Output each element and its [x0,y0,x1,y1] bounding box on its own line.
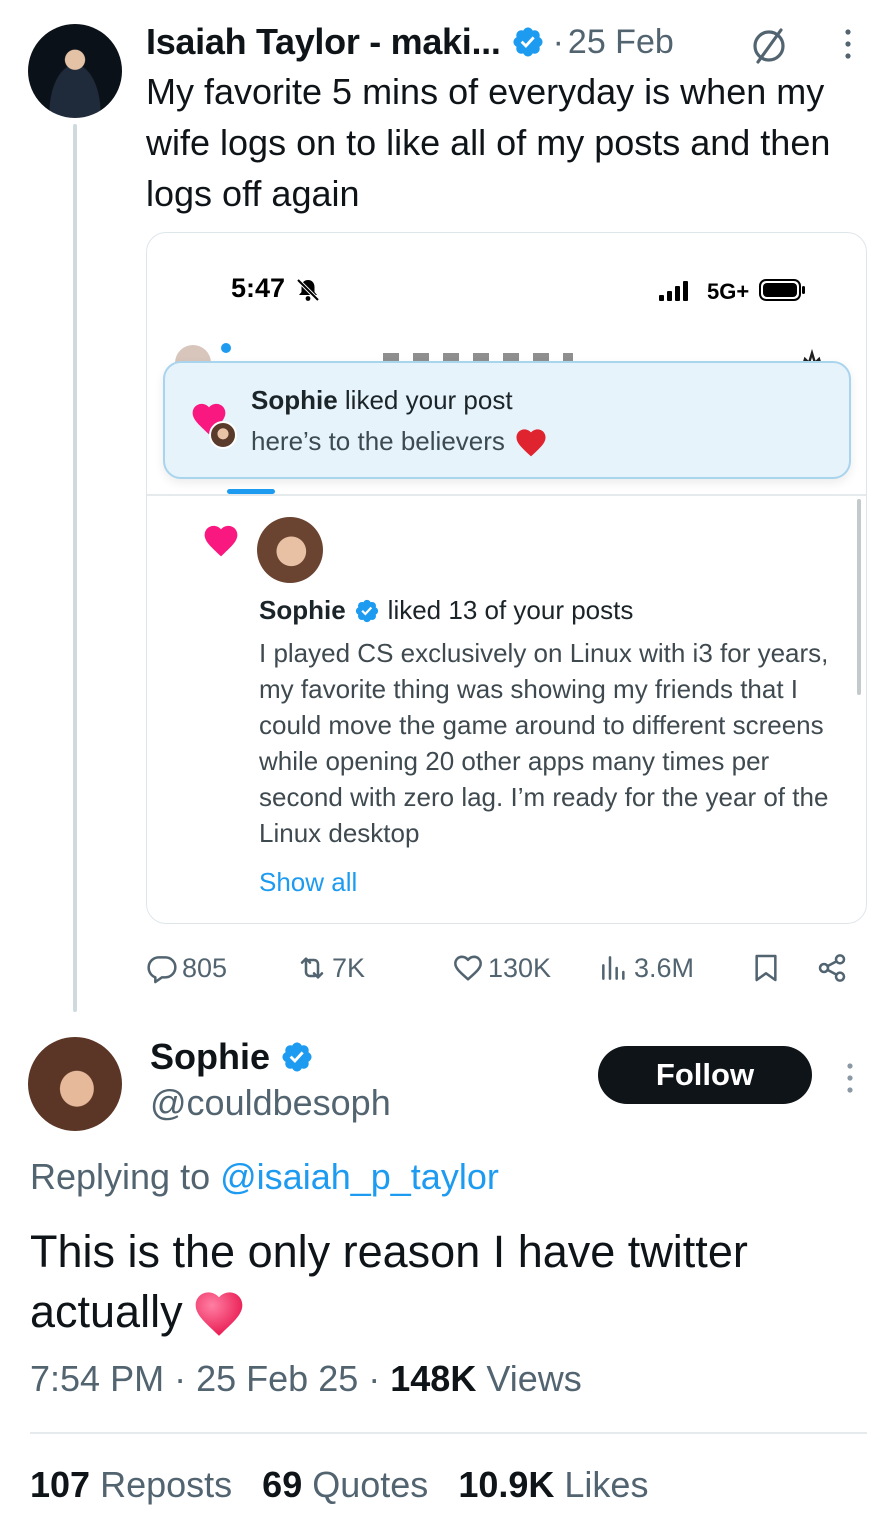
avatar-isaiah[interactable] [28,24,122,118]
engagement-stats: 107 Reposts 69 Quotes 10.9K Likes [30,1464,678,1506]
verified-badge-icon [282,1042,312,1072]
toast-actor: Sophie [251,385,338,415]
reply-tweet-text: This is the only reason I have twitter a… [30,1222,860,1342]
show-all-link[interactable]: Show all [259,867,357,898]
reposts-label: Reposts [100,1464,233,1505]
likes-label: Likes [564,1464,649,1505]
repost-button[interactable]: 7K [296,946,365,990]
verified-badge-icon [513,27,543,57]
toast-title: Sophie liked your post [251,385,513,416]
repost-icon [300,957,324,979]
follow-button[interactable]: Follow [598,1046,812,1104]
like-button[interactable]: 130K [452,946,551,990]
reposts-stat[interactable]: 107 Reposts [30,1464,232,1506]
avatar-sophie[interactable] [28,1037,122,1131]
battery-icon [759,279,805,301]
pink-heart-emoji-icon [195,1292,242,1336]
views-chart-icon [602,956,625,980]
network-type: 5G+ [707,279,750,304]
heart-icon [204,525,238,557]
quotes-count: 69 [262,1464,303,1505]
mention-link[interactable]: @isaiah_p_taylor [220,1156,499,1197]
notification-actor[interactable]: Sophie [259,595,346,626]
red-heart-emoji-icon [516,429,546,457]
views-label: Views [486,1358,582,1399]
author-handle[interactable]: @couldbesoph [150,1082,391,1124]
likes-stat[interactable]: 10.9K Likes [458,1464,648,1506]
status-bar-time: 5:47 [231,273,286,303]
reply-text: This is the only reason I have twitter a… [30,1226,748,1337]
signal-icon [659,281,688,301]
like-count: 130K [488,952,552,983]
bookmark-button[interactable] [750,946,786,990]
views-count: 148K [390,1358,477,1399]
notification-post-body: I played CS exclusively on Linux with i3… [259,638,829,848]
divider [30,1432,867,1434]
heart-outline-icon [454,955,482,981]
toast-post-text: here’s to the believers [251,425,505,456]
bookmark-icon [755,954,777,982]
thread-connector [73,124,77,1012]
meta-separator: · [174,1358,187,1399]
reply-count: 805 [182,952,228,983]
toast-action: liked your post [344,385,513,415]
likes-count: 10.9K [458,1464,555,1505]
meta-separator: · [368,1358,381,1399]
attached-screenshot[interactable]: 5:47 5G+ Sophie liked your post here’s t… [146,232,867,924]
reply-icon [147,956,177,984]
quotes-stat[interactable]: 69 Quotes [262,1464,428,1506]
share-icon [818,954,846,982]
author-name[interactable]: Sophie [150,1036,270,1078]
more-options-icon[interactable] [840,1058,860,1098]
toast-post-preview: here’s to the believers [251,425,549,457]
notification-title: Sophie liked 13 of your posts [259,595,633,626]
views-button[interactable]: 3.6M [598,946,694,990]
reposts-count: 107 [30,1464,91,1505]
divider [147,494,866,496]
avatar-sophie-small [209,421,237,449]
notification-action: liked 13 of your posts [387,595,634,625]
avatar-sophie[interactable] [257,517,323,583]
repost-count: 7K [332,952,366,983]
tweet-meta: 7:54 PM · 25 Feb 25 · 148K Views [30,1358,582,1400]
share-button[interactable] [816,946,852,990]
parent-tweet-text: My favorite 5 mins of everyday is when m… [146,71,831,214]
quotes-label: Quotes [312,1464,429,1505]
parent-tweet-header: Isaiah Taylor - maki... · 25 Feb [146,18,674,66]
replying-to: Replying to @isaiah_p_taylor [30,1156,499,1198]
like-notification-toast[interactable]: Sophie liked your post here’s to the bel… [163,361,851,479]
reply-author: Sophie [150,1036,314,1078]
author-name[interactable]: Isaiah Taylor - maki... [146,21,501,63]
verified-badge-icon [355,599,378,622]
post-date[interactable]: 25 Feb [568,23,674,62]
tweet-action-bar: 805 7K 130K 3.6M [146,946,861,990]
post-date[interactable]: 25 Feb 25 [196,1358,358,1399]
grok-icon[interactable] [748,24,790,66]
reply-button[interactable]: 805 [146,946,227,990]
view-count: 3.6M [634,952,695,983]
date-separator: · [552,22,564,61]
replying-prefix: Replying to [30,1156,211,1197]
unread-dot [221,343,231,353]
post-time[interactable]: 7:54 PM [30,1358,164,1399]
more-options-icon[interactable] [838,24,858,64]
bell-muted-icon [296,278,320,302]
